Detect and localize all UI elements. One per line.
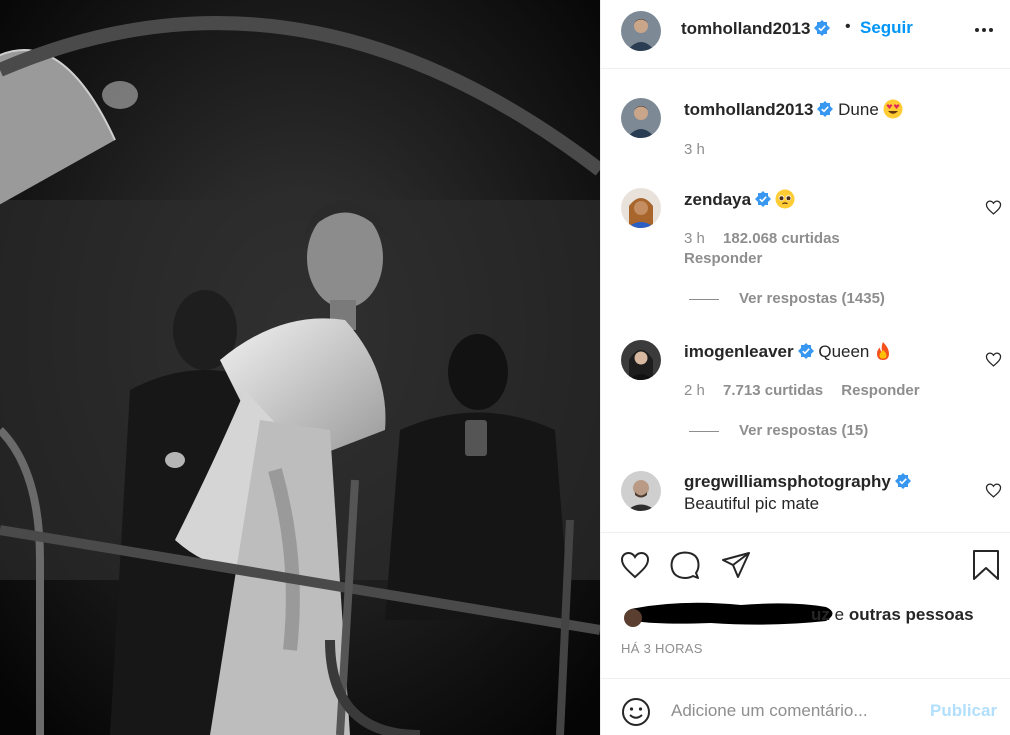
caption-meta: 3 h bbox=[684, 141, 719, 158]
smiley-icon[interactable] bbox=[621, 697, 651, 727]
comment-text: Queen bbox=[818, 342, 870, 361]
verified-badge-icon bbox=[797, 343, 814, 359]
post-header: tomholland2013 • Seguir bbox=[601, 0, 1010, 69]
liked-by-others[interactable]: outras pessoas bbox=[849, 605, 974, 624]
comment-username[interactable]: zendaya bbox=[684, 190, 751, 209]
comment-meta: 3 h 182.068 curtidas bbox=[684, 230, 854, 247]
separator-dot: • bbox=[845, 18, 851, 35]
pleading-face-emoji-icon bbox=[775, 189, 795, 209]
post-photo-image bbox=[0, 0, 600, 735]
reply-button[interactable]: Responder bbox=[684, 250, 762, 267]
bookmark-icon[interactable] bbox=[970, 549, 1002, 581]
liked-by-connector: e bbox=[834, 605, 845, 624]
verified-badge-icon bbox=[817, 101, 834, 117]
comment-line: zendaya bbox=[684, 189, 795, 210]
caption-line: tomholland2013 Dune bbox=[684, 99, 903, 120]
comment-time: 3 h bbox=[684, 230, 705, 247]
verified-badge-icon bbox=[894, 473, 911, 489]
view-replies-button[interactable]: Ver respostas (1435) bbox=[689, 290, 885, 307]
heart-icon[interactable] bbox=[985, 199, 1002, 216]
caption-text: Dune bbox=[838, 100, 879, 119]
post-photo[interactable] bbox=[0, 0, 600, 735]
comment-bubble-icon[interactable] bbox=[669, 549, 701, 581]
liked-by-name-suffix[interactable]: uz bbox=[811, 605, 830, 624]
verified-badge-icon bbox=[814, 20, 831, 36]
post-timestamp[interactable]: HÁ 3 HORAS bbox=[621, 641, 703, 656]
caption-author-avatar[interactable] bbox=[621, 98, 661, 138]
comment-meta: 2 h 7.713 curtidas Responder bbox=[684, 382, 934, 399]
comment-time: 2 h bbox=[684, 382, 705, 399]
commenter-avatar[interactable] bbox=[621, 471, 661, 511]
replies-divider bbox=[689, 298, 719, 300]
view-replies-button[interactable]: Ver respostas (15) bbox=[689, 422, 868, 439]
post-side-panel: tomholland2013 • Seguir tomholland2013 D… bbox=[600, 0, 1010, 735]
verified-badge-icon bbox=[755, 191, 772, 207]
heart-icon[interactable] bbox=[619, 549, 651, 581]
caption-time: 3 h bbox=[684, 141, 705, 158]
comment-likes-count[interactable]: 182.068 curtidas bbox=[723, 230, 840, 247]
reply-button[interactable]: Responder bbox=[841, 382, 919, 399]
view-replies-label[interactable]: Ver respostas (15) bbox=[739, 422, 868, 439]
comments-list[interactable]: tomholland2013 Dune 3 h zendaya 3 h 182.… bbox=[601, 70, 1010, 532]
author-username-text[interactable]: tomholland2013 bbox=[681, 19, 810, 38]
replies-divider bbox=[689, 430, 719, 432]
redaction-scribble bbox=[621, 595, 841, 631]
comment-username[interactable]: gregwilliamsphotography bbox=[684, 472, 891, 491]
author-avatar[interactable] bbox=[621, 11, 661, 51]
comment-line: imogenleaver Queen bbox=[684, 341, 893, 362]
author-username[interactable]: tomholland2013 bbox=[681, 19, 831, 39]
fire-emoji-icon bbox=[873, 341, 893, 361]
commenter-avatar[interactable] bbox=[621, 340, 661, 380]
commenter-avatar[interactable] bbox=[621, 188, 661, 228]
view-replies-label[interactable]: Ver respostas (1435) bbox=[739, 290, 885, 307]
comment-input[interactable] bbox=[671, 698, 911, 724]
more-options-icon[interactable] bbox=[973, 20, 995, 40]
caption-username[interactable]: tomholland2013 bbox=[684, 100, 813, 119]
heart-icon[interactable] bbox=[985, 351, 1002, 368]
follow-button[interactable]: Seguir bbox=[860, 18, 913, 38]
comment-text: Beautiful pic mate bbox=[684, 494, 820, 513]
liked-by: uz e outras pessoas bbox=[621, 602, 1001, 627]
liked-by-text[interactable]: uz e outras pessoas bbox=[811, 605, 974, 625]
comment-line: gregwilliamsphotography bbox=[684, 472, 911, 492]
post-actions: uz e outras pessoas HÁ 3 HORAS bbox=[601, 532, 1010, 678]
heart-icon[interactable] bbox=[985, 482, 1002, 499]
comment-likes-count[interactable]: 7.713 curtidas bbox=[723, 382, 823, 399]
heart-eyes-emoji-icon bbox=[883, 99, 903, 119]
paper-plane-icon[interactable] bbox=[720, 549, 752, 581]
add-comment-bar: Publicar bbox=[601, 678, 1010, 735]
comment-username[interactable]: imogenleaver bbox=[684, 342, 794, 361]
publish-button[interactable]: Publicar bbox=[930, 701, 997, 721]
